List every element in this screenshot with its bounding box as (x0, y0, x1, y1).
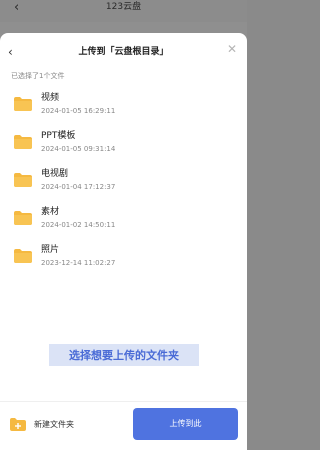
folder-icon (14, 211, 32, 225)
folder-name: PPT模板 (41, 131, 76, 141)
hint-banner: 选择想要上传的文件夹 (49, 344, 199, 366)
folder-date: 2024-01-04 17:12:37 (41, 183, 116, 191)
background-header: ‹ 123云盘 (0, 0, 247, 22)
folder-name: 素材 (41, 207, 60, 217)
folder-icon (14, 135, 32, 149)
upload-sheet: ‹ 上传到「云盘根目录」 ✕ 已选择了1个文件 视频 2024-01-05 16… (0, 33, 247, 450)
folder-name: 电视剧 (41, 169, 69, 179)
folder-item[interactable]: 视频 2024-01-05 16:29:11 (0, 88, 247, 126)
folder-date: 2024-01-05 09:31:14 (41, 145, 116, 153)
folder-icon (14, 249, 32, 263)
new-folder-label: 新建文件夹 (34, 420, 74, 429)
folder-name: 照片 (41, 245, 60, 255)
close-icon[interactable]: ✕ (227, 42, 237, 56)
new-folder-icon (10, 418, 26, 431)
sheet-title: 上传到「云盘根目录」 (78, 47, 169, 57)
folder-icon (14, 97, 32, 111)
folder-item[interactable]: PPT模板 2024-01-05 09:31:14 (0, 126, 247, 164)
upload-here-label: 上传到此 (169, 419, 202, 428)
folder-item[interactable]: 素材 2024-01-02 14:50:11 (0, 202, 247, 240)
folder-date: 2023-12-14 11:02:27 (41, 259, 116, 267)
selected-count: 已选择了1个文件 (11, 72, 65, 80)
background-title: 123云盘 (105, 2, 142, 12)
upload-here-button[interactable]: 上传到此 (133, 408, 238, 440)
folder-item[interactable]: 电视剧 2024-01-04 17:12:37 (0, 164, 247, 202)
footer-bar: 新建文件夹 上传到此 (0, 401, 247, 450)
folder-name: 视频 (41, 93, 60, 103)
folder-date: 2024-01-02 14:50:11 (41, 221, 116, 229)
folder-item[interactable]: 照片 2023-12-14 11:02:27 (0, 240, 247, 278)
folder-date: 2024-01-05 16:29:11 (41, 107, 116, 115)
hint-text: 选择想要上传的文件夹 (69, 349, 179, 362)
folder-list: 视频 2024-01-05 16:29:11 PPT模板 2024-01-05 … (0, 88, 247, 278)
folder-icon (14, 173, 32, 187)
